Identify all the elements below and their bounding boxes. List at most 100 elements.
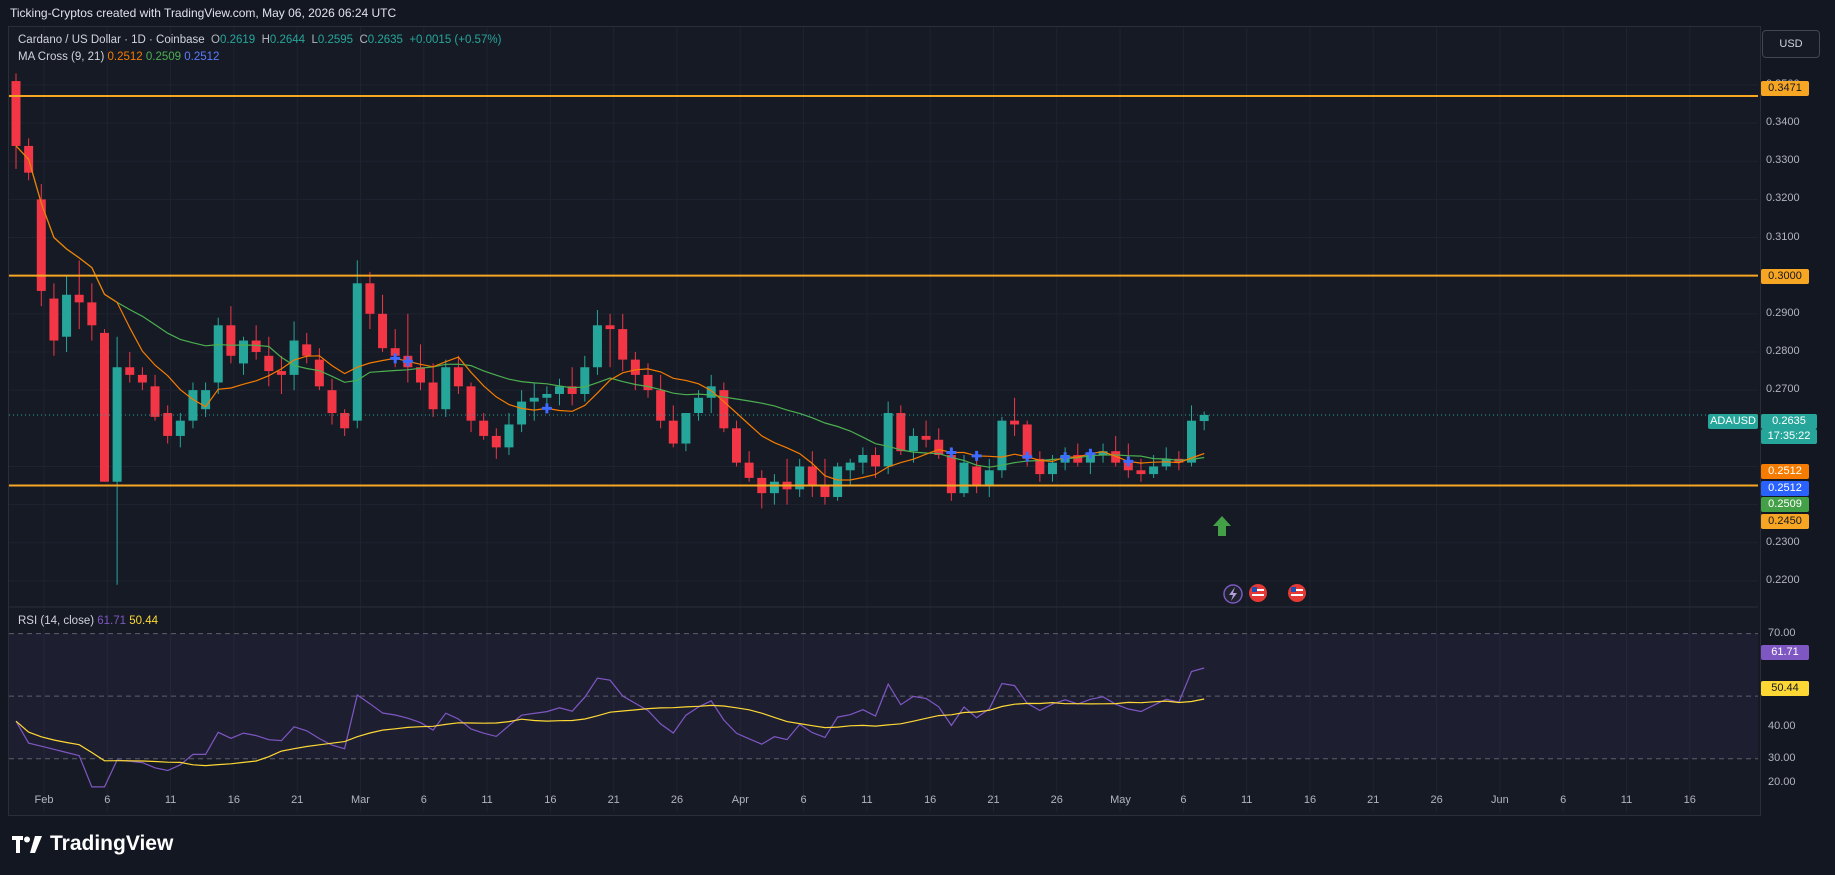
candle-body bbox=[188, 390, 198, 421]
rsi-axis-label: 40.00 bbox=[1768, 720, 1796, 733]
candle-body bbox=[719, 390, 729, 429]
price-axis-label: 0.3400 bbox=[1766, 116, 1800, 129]
candle-body bbox=[769, 481, 779, 494]
open-label: O bbox=[211, 34, 220, 46]
ma-cross-marker bbox=[971, 450, 982, 461]
us-flag-icon bbox=[1288, 584, 1306, 602]
us-flag-icon-canton bbox=[1252, 587, 1257, 592]
last-price-tag: 0.2635 bbox=[1761, 414, 1817, 429]
candle-body bbox=[542, 393, 552, 398]
price-axis-label: 0.2700 bbox=[1766, 383, 1800, 396]
candle-body bbox=[934, 439, 944, 456]
candle-body bbox=[378, 313, 388, 349]
symbol-title: Cardano / US Dollar · 1D · Coinbase bbox=[18, 34, 205, 46]
symbol-legend[interactable]: Cardano / US Dollar · 1D · Coinbase O0.2… bbox=[18, 34, 501, 46]
time-axis-label: 6 bbox=[104, 794, 111, 806]
candle-body bbox=[504, 424, 514, 448]
candle-body bbox=[251, 340, 261, 352]
brand-logo[interactable]: TradingView bbox=[12, 832, 173, 856]
time-axis-label: 16 bbox=[544, 794, 557, 806]
candle-body bbox=[1149, 466, 1159, 475]
ma-legend[interactable]: MA Cross (9, 21) 0.2512 0.2509 0.2512 bbox=[18, 51, 219, 63]
time-axis-label: 21 bbox=[1367, 794, 1380, 806]
ma-cross-value: 0.2512 bbox=[184, 51, 220, 63]
tradingview-logo-icon bbox=[12, 835, 42, 853]
currency-button[interactable]: USD bbox=[1762, 30, 1820, 58]
level-tag-3: 0.2450 bbox=[1761, 514, 1809, 529]
time-axis-label: 11 bbox=[861, 794, 873, 806]
ma-fast-tag: 0.2512 bbox=[1761, 464, 1809, 479]
us-flag-icon-stripe bbox=[1252, 594, 1264, 596]
high-label: H bbox=[261, 34, 270, 46]
candle-body bbox=[668, 420, 678, 444]
chart-canvas[interactable] bbox=[0, 0, 1835, 875]
price-axis-label: 0.3200 bbox=[1766, 192, 1800, 205]
close-value: 0.2635 bbox=[367, 34, 403, 46]
time-axis-label: 21 bbox=[987, 794, 1000, 806]
candle-body bbox=[883, 413, 893, 467]
candle-body bbox=[137, 374, 147, 383]
candle-body bbox=[87, 302, 97, 326]
candle-body bbox=[694, 397, 704, 414]
candle-body bbox=[466, 386, 476, 421]
candle-body bbox=[213, 325, 223, 383]
candle-body bbox=[858, 455, 868, 463]
lightning-icon bbox=[1223, 584, 1243, 604]
price-axis-label: 0.2900 bbox=[1766, 306, 1800, 319]
price-axis-label: 0.3300 bbox=[1766, 154, 1800, 167]
rsi-legend[interactable]: RSI (14, close) 61.71 50.44 bbox=[18, 615, 158, 627]
us-flag-icon-circle bbox=[1288, 584, 1306, 602]
candle-body bbox=[921, 435, 931, 440]
candle-body bbox=[555, 386, 565, 394]
time-axis-label: 11 bbox=[481, 794, 493, 806]
candle-body bbox=[352, 283, 362, 421]
time-axis-label: Mar bbox=[351, 794, 370, 806]
rsi-axis-label: 30.00 bbox=[1768, 751, 1796, 764]
time-axis-label: 26 bbox=[670, 794, 684, 806]
candle-body bbox=[125, 367, 135, 375]
candle-body bbox=[112, 367, 122, 482]
price-axis-label: 0.2300 bbox=[1766, 535, 1800, 548]
candle-body bbox=[605, 325, 615, 330]
time-axis-label: Apr bbox=[731, 794, 749, 806]
candle-body bbox=[845, 462, 855, 471]
ma-fast-value: 0.2512 bbox=[107, 51, 143, 63]
time-axis-label: 16 bbox=[1303, 794, 1317, 806]
rsi-title: RSI (14, close) bbox=[18, 615, 95, 627]
open-value: 0.2619 bbox=[219, 34, 256, 46]
candle-body bbox=[630, 359, 640, 375]
time-axis-label: 26 bbox=[1050, 794, 1063, 806]
candle-body bbox=[74, 294, 84, 303]
candle-body bbox=[1010, 420, 1020, 425]
us-flag-icon-canton bbox=[1291, 587, 1296, 592]
candle-body bbox=[517, 401, 527, 425]
candle-body bbox=[11, 81, 21, 146]
time-axis-label: Feb bbox=[34, 794, 54, 806]
time-axis-label: 26 bbox=[1430, 794, 1443, 806]
time-axis-label: 21 bbox=[291, 794, 304, 806]
candle-body bbox=[428, 382, 438, 410]
time-axis-label: 6 bbox=[1560, 794, 1567, 806]
candle-body bbox=[908, 435, 918, 452]
candle-body bbox=[453, 367, 463, 387]
us-flag-icon-stripe bbox=[1291, 594, 1303, 596]
close-label: C bbox=[359, 34, 368, 46]
ma-slow-value: 0.2509 bbox=[145, 51, 182, 63]
change-value: +0.0015 (+0.57%) bbox=[409, 34, 502, 46]
candle-body bbox=[1047, 462, 1057, 475]
candle-body bbox=[1136, 470, 1146, 475]
us-flag-icon-circle bbox=[1249, 584, 1267, 602]
candle-body bbox=[314, 359, 324, 387]
candle-body bbox=[618, 329, 628, 360]
candle-body bbox=[239, 340, 249, 364]
candle-body bbox=[327, 390, 337, 414]
candle-body bbox=[997, 420, 1007, 471]
time-axis-label: Jun bbox=[1491, 794, 1509, 806]
level-tag-2: 0.3000 bbox=[1761, 269, 1809, 284]
time-axis-label: 11 bbox=[164, 794, 177, 806]
candle-body bbox=[1161, 458, 1171, 467]
candle-body bbox=[580, 367, 590, 394]
candle-body bbox=[529, 397, 539, 402]
candle-body bbox=[1199, 414, 1209, 422]
brand-name: TradingView bbox=[50, 832, 174, 855]
